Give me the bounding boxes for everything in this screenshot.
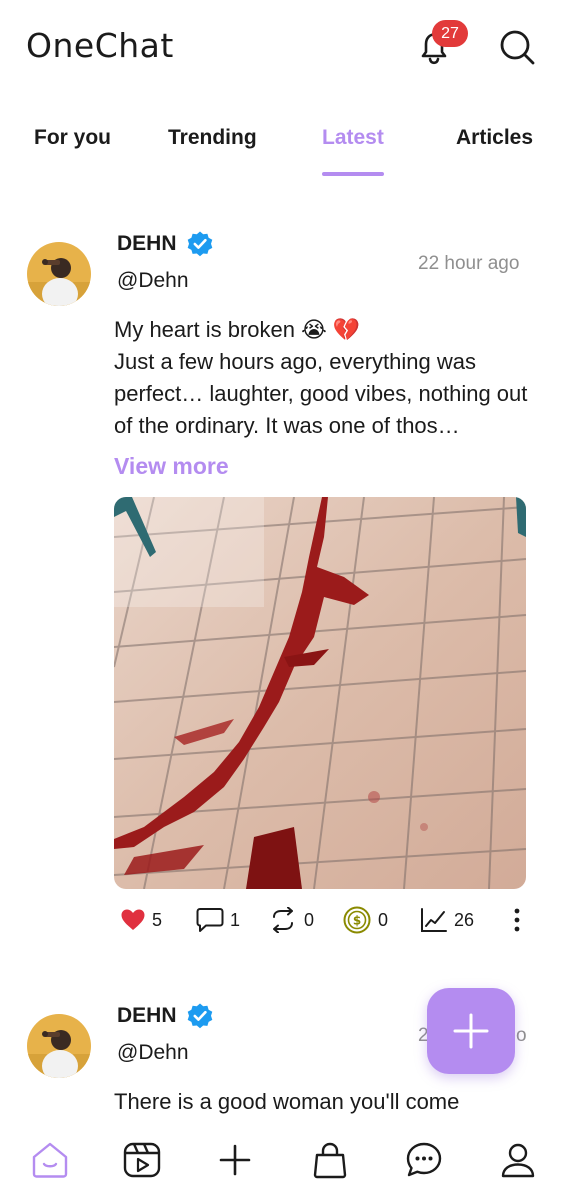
search-icon[interactable]	[497, 27, 537, 67]
bottom-navigation	[0, 1128, 565, 1200]
avatar[interactable]	[27, 242, 91, 306]
active-tab-indicator	[322, 172, 384, 176]
post-card: DEHN @Dehn 22 hour ago My heart is broke…	[0, 228, 565, 948]
plus-icon	[453, 1013, 489, 1049]
reels-icon[interactable]	[122, 1140, 162, 1180]
verified-badge-icon	[186, 230, 214, 258]
tab-for-you[interactable]: For you	[34, 126, 111, 150]
coin-icon: $	[343, 906, 371, 934]
views-count: 26	[454, 909, 475, 930]
more-vertical-icon	[514, 908, 520, 932]
view-more-link[interactable]: View more	[114, 453, 229, 480]
shop-icon[interactable]	[310, 1140, 350, 1180]
tab-articles[interactable]: Articles	[456, 126, 533, 150]
tip-button[interactable]: $ 0	[342, 900, 388, 940]
post-text: My heart is broken 😭 💔 Just a few hours …	[114, 314, 534, 442]
author-handle[interactable]: @Dehn	[117, 269, 189, 293]
post-actions: 5 1 0 $ 0 26	[114, 900, 534, 940]
post-text-line: My heart is broken 😭 💔	[114, 317, 361, 342]
views-stat[interactable]: 26	[420, 900, 474, 940]
app-title: OneChat	[26, 26, 174, 65]
tip-count: 0	[378, 909, 389, 930]
verified-badge-icon	[186, 1002, 214, 1030]
profile-icon[interactable]	[498, 1140, 538, 1180]
post-text-rest: Just a few hours ago, everything was per…	[114, 349, 528, 438]
post-time-suffix: o	[516, 1025, 527, 1046]
tab-trending[interactable]: Trending	[168, 126, 257, 150]
chat-icon[interactable]	[404, 1140, 444, 1180]
more-options-button[interactable]	[512, 900, 522, 940]
like-button[interactable]: 5	[120, 900, 162, 940]
tab-latest[interactable]: Latest	[322, 126, 384, 150]
repost-icon	[273, 907, 293, 933]
notification-badge: 27	[432, 20, 468, 47]
like-count: 5	[152, 909, 163, 930]
home-icon[interactable]	[30, 1140, 70, 1180]
top-bar: OneChat 27	[0, 0, 565, 95]
post-time: 22 hour ago	[418, 253, 520, 274]
post-image[interactable]	[114, 497, 526, 889]
repost-button[interactable]: 0	[268, 900, 314, 940]
svg-text:$: $	[353, 914, 361, 928]
heart-icon	[121, 909, 145, 930]
comment-count: 1	[230, 909, 241, 930]
comment-button[interactable]: 1	[196, 900, 240, 940]
compose-fab-button[interactable]	[427, 988, 515, 1074]
author-name[interactable]: DEHN	[117, 232, 177, 256]
post-text: There is a good woman you'll come	[114, 1086, 534, 1118]
author-name[interactable]: DEHN	[117, 1004, 177, 1028]
add-icon[interactable]	[215, 1140, 255, 1180]
feed-tabs: For you Trending Latest Articles	[0, 120, 565, 180]
comment-icon	[196, 908, 224, 932]
post-text-line: There is a good woman you'll come	[114, 1089, 460, 1114]
repost-count: 0	[304, 909, 315, 930]
avatar[interactable]	[27, 1014, 91, 1078]
analytics-icon	[421, 908, 447, 932]
author-handle[interactable]: @Dehn	[117, 1041, 189, 1065]
